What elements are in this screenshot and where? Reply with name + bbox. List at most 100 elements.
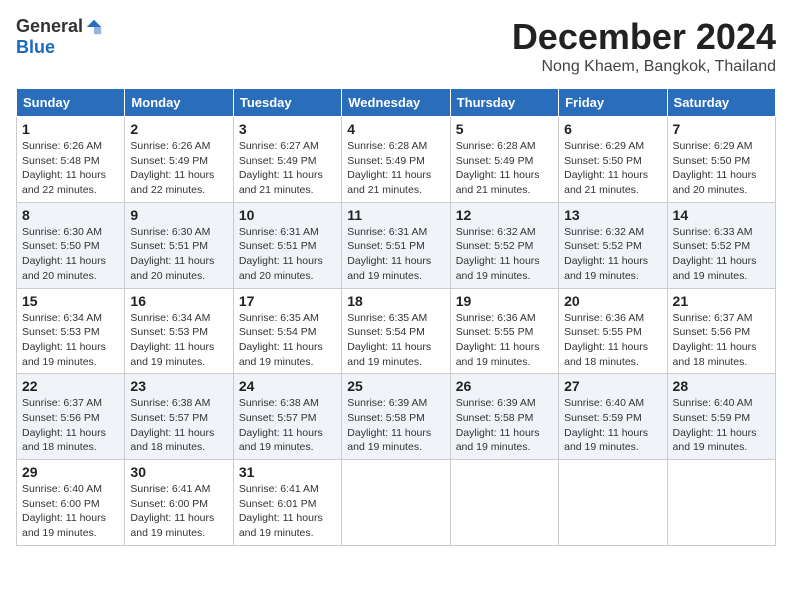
- table-row: 13Sunrise: 6:32 AMSunset: 5:52 PMDayligh…: [559, 202, 667, 288]
- table-row: 17Sunrise: 6:35 AMSunset: 5:54 PMDayligh…: [233, 288, 341, 374]
- day-number: 27: [564, 378, 661, 394]
- day-number: 25: [347, 378, 444, 394]
- day-detail: Sunrise: 6:31 AMSunset: 5:51 PMDaylight:…: [239, 225, 336, 284]
- table-row: 27 Sunrise: 6:40 AMSunset: 5:59 PMDayligh…: [559, 374, 667, 460]
- col-tuesday: Tuesday: [233, 89, 341, 117]
- col-wednesday: Wednesday: [342, 89, 450, 117]
- day-detail: Sunrise: 6:40 AMSunset: 5:59 PMDaylight:…: [673, 396, 770, 455]
- table-row: 10Sunrise: 6:31 AMSunset: 5:51 PMDayligh…: [233, 202, 341, 288]
- day-detail: Sunrise: 6:26 AMSunset: 5:48 PMDaylight:…: [22, 139, 119, 198]
- table-row: 26 Sunrise: 6:39 AMSunset: 5:58 PMDayligh…: [450, 374, 558, 460]
- day-detail: Sunrise: 6:30 AMSunset: 5:51 PMDaylight:…: [130, 225, 227, 284]
- table-row: 3 Sunrise: 6:27 AMSunset: 5:49 PMDaylight…: [233, 117, 341, 203]
- day-number: 21: [673, 293, 770, 309]
- day-number: 20: [564, 293, 661, 309]
- table-row: [342, 460, 450, 546]
- col-sunday: Sunday: [17, 89, 125, 117]
- day-number: 11: [347, 207, 444, 223]
- day-detail: Sunrise: 6:33 AMSunset: 5:52 PMDaylight:…: [673, 225, 770, 284]
- logo-icon: [85, 18, 103, 36]
- table-row: 9 Sunrise: 6:30 AMSunset: 5:51 PMDaylight…: [125, 202, 233, 288]
- day-detail: Sunrise: 6:39 AMSunset: 5:58 PMDaylight:…: [347, 396, 444, 455]
- col-monday: Monday: [125, 89, 233, 117]
- day-number: 3: [239, 121, 336, 137]
- day-detail: Sunrise: 6:36 AMSunset: 5:55 PMDaylight:…: [564, 311, 661, 370]
- calendar-table: Sunday Monday Tuesday Wednesday Thursday…: [16, 88, 776, 546]
- day-detail: Sunrise: 6:37 AMSunset: 5:56 PMDaylight:…: [22, 396, 119, 455]
- day-number: 29: [22, 464, 119, 480]
- table-row: 14 Sunrise: 6:33 AMSunset: 5:52 PMDayligh…: [667, 202, 775, 288]
- table-row: 20 Sunrise: 6:36 AMSunset: 5:55 PMDayligh…: [559, 288, 667, 374]
- day-detail: Sunrise: 6:40 AMSunset: 6:00 PMDaylight:…: [22, 482, 119, 541]
- table-row: 19 Sunrise: 6:36 AMSunset: 5:55 PMDayligh…: [450, 288, 558, 374]
- table-row: 12 Sunrise: 6:32 AMSunset: 5:52 PMDayligh…: [450, 202, 558, 288]
- table-row: [559, 460, 667, 546]
- calendar-week-row: 22 Sunrise: 6:37 AMSunset: 5:56 PMDayligh…: [17, 374, 776, 460]
- day-number: 9: [130, 207, 227, 223]
- day-detail: Sunrise: 6:34 AMSunset: 5:53 PMDaylight:…: [22, 311, 119, 370]
- day-detail: Sunrise: 6:32 AMSunset: 5:52 PMDaylight:…: [456, 225, 553, 284]
- table-row: 11 Sunrise: 6:31 AMSunset: 5:51 PMDayligh…: [342, 202, 450, 288]
- table-row: [667, 460, 775, 546]
- col-saturday: Saturday: [667, 89, 775, 117]
- table-row: 31 Sunrise: 6:41 AMSunset: 6:01 PMDayligh…: [233, 460, 341, 546]
- day-number: 14: [673, 207, 770, 223]
- day-number: 12: [456, 207, 553, 223]
- day-detail: Sunrise: 6:36 AMSunset: 5:55 PMDaylight:…: [456, 311, 553, 370]
- table-row: 5Sunrise: 6:28 AMSunset: 5:49 PMDaylight…: [450, 117, 558, 203]
- day-number: 4: [347, 121, 444, 137]
- table-row: 15 Sunrise: 6:34 AMSunset: 5:53 PMDayligh…: [17, 288, 125, 374]
- logo: General Blue: [16, 16, 103, 58]
- day-number: 30: [130, 464, 227, 480]
- day-number: 22: [22, 378, 119, 394]
- day-number: 7: [673, 121, 770, 137]
- table-row: 16Sunrise: 6:34 AMSunset: 5:53 PMDayligh…: [125, 288, 233, 374]
- day-number: 2: [130, 121, 227, 137]
- day-detail: Sunrise: 6:40 AMSunset: 5:59 PMDaylight:…: [564, 396, 661, 455]
- day-detail: Sunrise: 6:29 AMSunset: 5:50 PMDaylight:…: [673, 139, 770, 198]
- day-detail: Sunrise: 6:29 AMSunset: 5:50 PMDaylight:…: [564, 139, 661, 198]
- day-number: 19: [456, 293, 553, 309]
- table-row: 28 Sunrise: 6:40 AMSunset: 5:59 PMDayligh…: [667, 374, 775, 460]
- calendar-week-row: 29 Sunrise: 6:40 AMSunset: 6:00 PMDayligh…: [17, 460, 776, 546]
- day-detail: Sunrise: 6:38 AMSunset: 5:57 PMDaylight:…: [239, 396, 336, 455]
- day-number: 1: [22, 121, 119, 137]
- day-detail: Sunrise: 6:39 AMSunset: 5:58 PMDaylight:…: [456, 396, 553, 455]
- day-detail: Sunrise: 6:28 AMSunset: 5:49 PMDaylight:…: [456, 139, 553, 198]
- table-row: 25 Sunrise: 6:39 AMSunset: 5:58 PMDayligh…: [342, 374, 450, 460]
- day-number: 17: [239, 293, 336, 309]
- calendar-week-row: 1 Sunrise: 6:26 AMSunset: 5:48 PMDaylight…: [17, 117, 776, 203]
- day-number: 31: [239, 464, 336, 480]
- col-friday: Friday: [559, 89, 667, 117]
- day-detail: Sunrise: 6:41 AMSunset: 6:01 PMDaylight:…: [239, 482, 336, 541]
- day-detail: Sunrise: 6:26 AMSunset: 5:49 PMDaylight:…: [130, 139, 227, 198]
- day-number: 15: [22, 293, 119, 309]
- day-detail: Sunrise: 6:27 AMSunset: 5:49 PMDaylight:…: [239, 139, 336, 198]
- col-thursday: Thursday: [450, 89, 558, 117]
- day-number: 6: [564, 121, 661, 137]
- table-row: 4 Sunrise: 6:28 AMSunset: 5:49 PMDaylight…: [342, 117, 450, 203]
- table-row: 30Sunrise: 6:41 AMSunset: 6:00 PMDayligh…: [125, 460, 233, 546]
- day-detail: Sunrise: 6:38 AMSunset: 5:57 PMDaylight:…: [130, 396, 227, 455]
- day-number: 18: [347, 293, 444, 309]
- table-row: [450, 460, 558, 546]
- table-row: 21 Sunrise: 6:37 AMSunset: 5:56 PMDayligh…: [667, 288, 775, 374]
- day-detail: Sunrise: 6:35 AMSunset: 5:54 PMDaylight:…: [347, 311, 444, 370]
- month-title: December 2024: [512, 16, 776, 58]
- table-row: 8Sunrise: 6:30 AMSunset: 5:50 PMDaylight…: [17, 202, 125, 288]
- day-number: 28: [673, 378, 770, 394]
- table-row: 24Sunrise: 6:38 AMSunset: 5:57 PMDayligh…: [233, 374, 341, 460]
- calendar-week-row: 15 Sunrise: 6:34 AMSunset: 5:53 PMDayligh…: [17, 288, 776, 374]
- day-detail: Sunrise: 6:28 AMSunset: 5:49 PMDaylight:…: [347, 139, 444, 198]
- table-row: 6 Sunrise: 6:29 AMSunset: 5:50 PMDaylight…: [559, 117, 667, 203]
- day-detail: Sunrise: 6:31 AMSunset: 5:51 PMDaylight:…: [347, 225, 444, 284]
- day-detail: Sunrise: 6:34 AMSunset: 5:53 PMDaylight:…: [130, 311, 227, 370]
- table-row: 2 Sunrise: 6:26 AMSunset: 5:49 PMDaylight…: [125, 117, 233, 203]
- table-row: 22 Sunrise: 6:37 AMSunset: 5:56 PMDayligh…: [17, 374, 125, 460]
- table-row: 7 Sunrise: 6:29 AMSunset: 5:50 PMDaylight…: [667, 117, 775, 203]
- day-number: 26: [456, 378, 553, 394]
- table-row: 23Sunrise: 6:38 AMSunset: 5:57 PMDayligh…: [125, 374, 233, 460]
- day-number: 8: [22, 207, 119, 223]
- day-detail: Sunrise: 6:37 AMSunset: 5:56 PMDaylight:…: [673, 311, 770, 370]
- day-detail: Sunrise: 6:32 AMSunset: 5:52 PMDaylight:…: [564, 225, 661, 284]
